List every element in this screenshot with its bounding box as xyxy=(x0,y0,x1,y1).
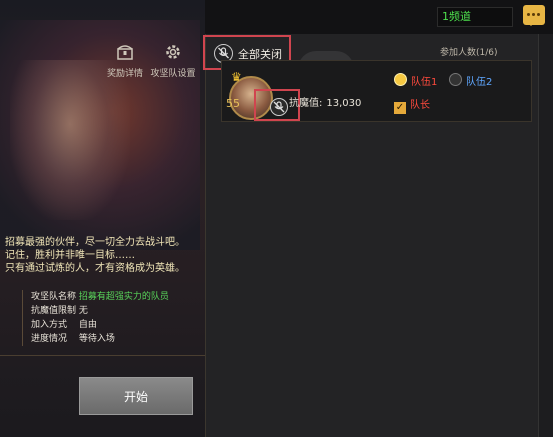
info-key: 加入方式 xyxy=(31,320,68,330)
info-key: 抗魔值限制 xyxy=(31,306,77,316)
description-line: 记住，胜利并非唯一目标…… xyxy=(5,250,135,261)
info-key: 攻坚队名称 xyxy=(31,292,77,302)
channel-label: 1频道 xyxy=(442,10,471,23)
member-power: 抗魔值: 13,030 xyxy=(289,94,361,109)
panel-divider xyxy=(538,34,539,437)
team-settings-label: 攻坚队设置 xyxy=(150,69,196,79)
boss-artwork-highlight xyxy=(10,60,130,220)
reward-details-button[interactable]: 奖励详情 xyxy=(100,42,150,79)
info-value: 招募有超强实力的队员 xyxy=(78,292,169,302)
info-value: 自由 xyxy=(78,320,97,330)
description-line: 只有通过试炼的人，才有资格成为英雄。 xyxy=(5,263,185,274)
squad2-label: 队伍2 xyxy=(466,77,493,88)
radio-selected-icon xyxy=(394,73,407,86)
leader-label: 队长 xyxy=(410,100,430,111)
crown-icon: ♛ xyxy=(231,70,242,84)
microphone-muted-icon xyxy=(270,98,288,116)
description-line: 招募最强的伙伴，尽一切全力去战斗吧。 xyxy=(5,237,185,248)
gear-icon xyxy=(163,42,183,62)
team-info-list: 攻坚队名称 招募有超强实力的队员 抗魔值限制 无 加入方式 自由 进度情况 等待… xyxy=(22,290,169,346)
member-level: 55 xyxy=(226,97,240,110)
squad2-radio[interactable]: 队伍2 xyxy=(449,73,492,88)
radio-unselected-icon xyxy=(449,73,462,86)
team-settings-button[interactable]: 攻坚队设置 xyxy=(148,42,198,79)
divider xyxy=(0,355,205,356)
power-label: 抗魔值: xyxy=(289,98,323,109)
treasure-chest-icon xyxy=(115,42,135,62)
channel-selector[interactable]: 1频道 xyxy=(437,7,513,27)
chat-bubble-icon[interactable] xyxy=(523,5,545,26)
dungeon-description: 招募最强的伙伴，尽一切全力去战斗吧。 记住，胜利并非唯一目标…… 只有通过试炼的… xyxy=(5,236,185,275)
info-row: 进度情况 等待入场 xyxy=(31,332,169,346)
member-count: 参加人数(1/6) xyxy=(440,48,498,58)
squad1-label: 队伍1 xyxy=(411,77,438,88)
leader-checkbox[interactable]: ✓ 队长 xyxy=(394,96,430,114)
info-row: 抗魔值限制 无 xyxy=(31,304,169,318)
info-row: 攻坚队名称 招募有超强实力的队员 xyxy=(31,290,169,304)
reward-details-label: 奖励详情 xyxy=(106,69,143,79)
info-row: 加入方式 自由 xyxy=(31,318,169,332)
info-key: 进度情况 xyxy=(31,334,68,344)
start-button[interactable]: 开始 xyxy=(79,377,193,415)
squad1-radio[interactable]: 队伍1 xyxy=(394,73,437,88)
checkmark-icon: ✓ xyxy=(394,102,406,114)
power-value: 13,030 xyxy=(326,98,362,109)
info-value: 等待入场 xyxy=(78,334,115,344)
info-value: 无 xyxy=(78,306,88,316)
